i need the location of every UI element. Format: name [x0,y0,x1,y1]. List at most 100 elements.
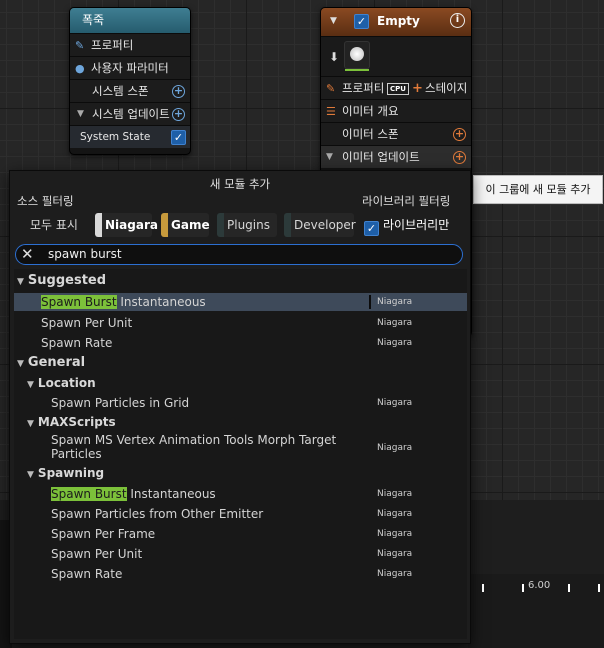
category-location[interactable]: ▼ Location [27,376,480,390]
list-item[interactable]: Spawn Burst Instantaneous Niagara [14,484,467,504]
library-only-toggle[interactable]: ✓ 라이브러리만 [364,216,449,236]
collapse-triangle-icon[interactable]: ▼ [326,146,333,169]
source-tag: Niagara [377,549,413,559]
timeline-tick [568,584,570,592]
category-suggested[interactable]: ▼ Suggested [17,273,470,288]
list-item[interactable]: Spawn Particles in Grid Niagara [14,393,467,413]
module-results-list[interactable]: ▼ Suggested Spawn Burst Instantaneous Nia… [14,269,467,639]
source-tag: Niagara [377,297,413,307]
library-only-label: 라이브러리만 [383,218,450,232]
collapse-triangle-icon[interactable]: ▼ [77,103,84,126]
system-node-title[interactable]: 폭죽 [70,8,190,33]
filter-game[interactable]: Game [161,213,210,237]
add-module-icon[interactable]: + [172,85,185,98]
user-params-row[interactable]: ● 사용자 파라미터 [70,56,190,79]
item-label: Spawn Particles from Other Emitter [51,507,264,521]
category-label: General [27,355,86,370]
list-item[interactable]: Spawn Rate Niagara [14,564,467,584]
row-label: 이미터 업데이트 [342,150,420,164]
item-label: Spawn Per Frame [51,527,156,541]
filter-developer[interactable]: Developer [284,213,356,237]
filter-label: Game [171,218,210,232]
emitter-properties-row[interactable]: ✎ 프로퍼티 CPU + 스테이지 [321,76,471,99]
list-item[interactable]: Spawn Per Frame Niagara [14,524,467,544]
add-module-icon[interactable]: + [453,128,466,141]
category-general[interactable]: ▼ General [17,355,470,370]
system-node[interactable]: 폭죽 ✎ 프로퍼티 ● 사용자 파라미터 시스템 스폰 + ▼ 시스템 업데이트… [69,7,191,155]
emitter-spawn-row[interactable]: 이미터 스폰 + [321,122,471,145]
category-label: Location [37,376,96,390]
item-label: Instantaneous [116,295,206,309]
library-only-checkbox[interactable]: ✓ [364,221,379,236]
emitter-node-header[interactable]: ▼ ✓ Empty i [321,8,471,36]
filter-label: Developer [294,218,356,232]
match-highlight: Spawn Burst [41,295,117,309]
list-item[interactable]: Spawn Rate Niagara [14,333,467,353]
timeline-tick-label: 6.00 [528,580,551,591]
row-label: 시스템 업데이트 [92,107,170,121]
category-maxscripts[interactable]: ▼ MAXScripts [27,415,480,429]
add-stage-icon[interactable]: + [412,77,423,100]
list-item[interactable]: Spawn Per Unit Niagara [14,313,467,333]
module-search-input[interactable]: ✕ spawn burst [15,244,463,265]
row-label: 프로퍼티 [91,38,134,52]
add-module-icon[interactable]: + [453,151,466,164]
item-label: Spawn Particles in Grid [51,396,190,410]
filter-plugins[interactable]: Plugins [217,213,277,237]
renderer-icon: ⬇ [329,50,340,64]
emitter-update-row[interactable]: ▼ 이미터 업데이트 + [321,145,471,168]
category-label: MAXScripts [37,415,116,429]
filter-label: Niagara [105,218,158,232]
source-tag: Niagara [377,489,413,499]
row-label: 이미터 개요 [342,104,399,118]
list-item[interactable]: Spawn MS Vertex Animation Tools Morph Ta… [14,433,467,463]
filter-niagara[interactable]: Niagara [95,213,158,237]
category-label: Suggested [27,273,107,288]
source-tag: Niagara [377,529,413,539]
item-label: Spawn MS Vertex Animation Tools Morph Ta… [51,433,337,461]
add-module-popup[interactable]: 새 모듈 추가 소스 필터링 라이브러리 필터링 모두 표시 Niagara G… [9,170,471,644]
expand-triangle-icon[interactable]: ▼ [17,359,24,369]
emitter-enable-checkbox[interactable]: ✓ [354,14,369,29]
source-tag: Niagara [377,509,413,519]
source-filter-label: 소스 필터링 [17,194,74,208]
timeline[interactable]: 6.00 [468,574,604,648]
stage-button[interactable]: 스테이지 [425,77,467,100]
emitter-thumbnail-area: ⬇ [321,36,471,76]
timeline-tick [598,584,600,592]
collapse-triangle-icon[interactable]: ▼ [330,16,337,26]
expand-triangle-icon[interactable]: ▼ [27,470,34,480]
list-item[interactable]: Spawn Per Unit Niagara [14,544,467,564]
emitter-thumbnail[interactable] [344,41,370,71]
system-update-row[interactable]: ▼ 시스템 업데이트 + [70,102,190,125]
source-tag: Niagara [377,569,413,579]
source-tag: Niagara [377,318,413,328]
item-label: Spawn Per Unit [51,547,143,561]
item-label: Spawn Per Unit [41,316,133,330]
match-highlight: Spawn Burst [51,487,127,501]
row-label: 시스템 스폰 [92,84,149,98]
info-icon[interactable]: i [450,13,465,28]
expand-triangle-icon[interactable]: ▼ [27,380,34,390]
system-spawn-row[interactable]: 시스템 스폰 + [70,79,190,102]
filter-show-all[interactable]: 모두 표시 [20,213,78,237]
source-tag: Niagara [377,338,413,348]
expand-triangle-icon[interactable]: ▼ [27,419,34,429]
enable-checkbox[interactable]: ✓ [171,130,186,145]
category-spawning[interactable]: ▼ Spawning [27,466,480,480]
system-state-row[interactable]: System State ✓ [70,125,190,148]
add-module-tooltip: 이 그룹에 새 모듈 추가 [473,175,603,204]
clear-search-icon[interactable]: ✕ [21,245,34,264]
row-label: 사용자 파라미터 [91,61,169,75]
search-query[interactable]: spawn burst [48,245,122,264]
add-module-icon[interactable]: + [172,108,185,121]
expand-triangle-icon[interactable]: ▼ [17,277,24,287]
list-item[interactable]: Spawn Particles from Other Emitter Niaga… [14,504,467,524]
pencil-icon: ✎ [326,82,336,95]
filter-swatch [284,213,291,237]
timeline-tick [482,584,484,592]
system-properties-row[interactable]: ✎ 프로퍼티 [70,33,190,56]
filter-swatch [95,213,102,237]
list-item[interactable]: Spawn Burst Instantaneous Niagara [14,293,467,311]
emitter-summary-row[interactable]: ☰ 이미터 개요 [321,99,471,122]
